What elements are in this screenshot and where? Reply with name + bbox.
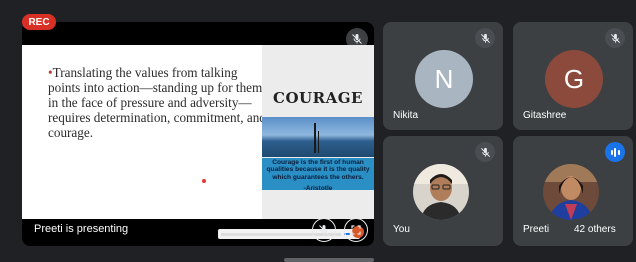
mic-off-icon: [475, 28, 495, 48]
presenting-label: Preeti is presenting: [34, 223, 129, 235]
slide-quote-author: -Aristotle: [303, 185, 333, 192]
mic-off-icon: [475, 142, 495, 162]
participant-name: You: [393, 224, 410, 235]
slide-side-panel: COURAGE Courage is the first of human qu…: [262, 45, 374, 219]
pointer-dot: [202, 179, 206, 183]
participant-name: Preeti: [523, 224, 550, 235]
fullscreen-button[interactable]: [344, 218, 368, 242]
slide-side-title: COURAGE: [273, 89, 363, 107]
fullscreen-icon: [351, 225, 361, 235]
mic-off-icon: [319, 225, 329, 235]
participant-tile-nikita[interactable]: N Nikita: [383, 22, 503, 130]
courage-image: [262, 117, 374, 157]
scroll-indicator[interactable]: [284, 258, 374, 262]
participant-name: Gitashree: [523, 110, 567, 121]
mic-off-icon: [605, 28, 625, 48]
avatar: N: [415, 50, 473, 108]
audio-level-icon: [605, 142, 625, 162]
avatar: G: [545, 50, 603, 108]
mute-presenter-button[interactable]: [312, 218, 336, 242]
presentation-tile[interactable]: •Translating the values from talking poi…: [22, 22, 374, 246]
recording-badge: REC: [22, 14, 56, 30]
participant-tile-you[interactable]: You: [383, 136, 503, 246]
others-count-button[interactable]: 42 others: [566, 219, 624, 239]
participant-name: Nikita: [393, 110, 419, 121]
participant-tile-gitashree[interactable]: G Gitashree: [513, 22, 633, 130]
avatar: [543, 164, 599, 220]
slide-text: •Translating the values from talking poi…: [48, 65, 266, 140]
shared-slide: •Translating the values from talking poi…: [22, 45, 374, 239]
slide-body: Translating the values from talking poin…: [48, 65, 266, 140]
screen-share-bar: [218, 229, 360, 239]
avatar: [413, 164, 469, 220]
